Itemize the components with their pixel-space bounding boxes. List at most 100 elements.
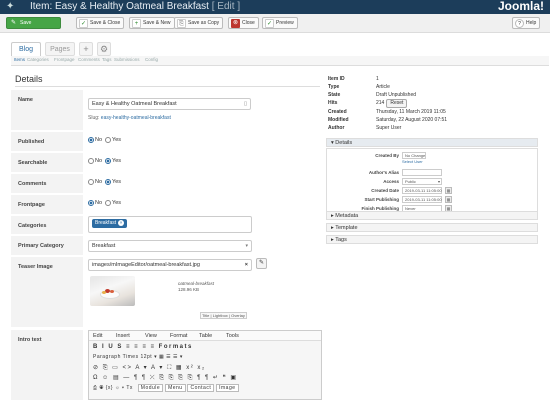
question-icon: ? bbox=[515, 18, 524, 28]
calendar-icon[interactable]: ▦ bbox=[445, 187, 452, 194]
remove-chip-icon[interactable]: × bbox=[118, 220, 125, 226]
meta-key: Created bbox=[328, 109, 347, 115]
subnav-submissions[interactable]: Submissions bbox=[114, 57, 140, 62]
frontpage-yes-radio[interactable] bbox=[105, 200, 112, 206]
subnav-tags[interactable]: Tags bbox=[102, 57, 112, 62]
created-date-row: Created Date 2019-03-11 11:05:00 ▦ bbox=[327, 187, 537, 195]
calendar-icon[interactable]: ▦ bbox=[445, 196, 452, 203]
title-option-button[interactable]: Title bbox=[202, 313, 209, 318]
created-date-input[interactable]: 2019-03-11 11:05:00 bbox=[402, 187, 442, 194]
select-user-link[interactable]: Select User bbox=[402, 159, 423, 164]
slug-text: Slug: easy-healthy-oatmeal-breakfast bbox=[88, 115, 171, 121]
help-button[interactable]: ? Help bbox=[512, 17, 541, 29]
comments-radios: No Yes bbox=[88, 179, 124, 185]
teaser-image-row: Teaser Image images/mImageEditor/oatmeal… bbox=[11, 257, 322, 327]
plugin-module-button[interactable]: Module bbox=[137, 384, 164, 392]
created-by-row: Created By No Change Select User bbox=[327, 152, 537, 166]
plugin-contact-button[interactable]: Contact bbox=[187, 384, 215, 392]
accordion-template[interactable]: ▸ Template bbox=[326, 223, 538, 232]
settings-gear-icon[interactable]: ⚙ bbox=[97, 42, 111, 56]
accordion-metadata[interactable]: ▸ Metadata bbox=[326, 211, 538, 220]
primary-category-select[interactable]: Breakfast ▾ bbox=[88, 240, 252, 252]
plus-icon: + bbox=[132, 18, 141, 28]
searchable-radios: No Yes bbox=[88, 158, 124, 164]
check-icon: ✓ bbox=[265, 18, 274, 28]
plugin-image-button[interactable]: Image bbox=[216, 384, 239, 392]
subnav-comments[interactable]: Comments bbox=[78, 57, 100, 62]
editor-toolbar-row-5: ⎙ ◉ {x} ☼ ▾ Tx Module Menu Contact Image bbox=[93, 384, 239, 392]
authors-alias-input[interactable] bbox=[402, 169, 442, 176]
access-select[interactable]: Public ▾ bbox=[402, 178, 442, 185]
frontpage-radios: No Yes bbox=[88, 200, 124, 206]
save-new-button[interactable]: + Save & New bbox=[129, 17, 175, 29]
searchable-label: Searchable bbox=[11, 153, 83, 172]
joomla-menu-icon[interactable]: ✦ bbox=[6, 1, 20, 13]
close-button[interactable]: ⊗ Close bbox=[228, 17, 259, 29]
details-form: Details Name Easy & Healthy Oatmeal Brea… bbox=[11, 72, 322, 400]
reset-hits-button[interactable]: Reset bbox=[386, 99, 408, 108]
searchable-yes-radio[interactable] bbox=[105, 158, 112, 164]
lightbox-option-button[interactable]: Lightbox bbox=[213, 313, 228, 318]
published-no-radio[interactable] bbox=[88, 137, 94, 143]
editor-toolbar-row-1[interactable]: B I U S ≡ ≡ ≡ ≡ Formats bbox=[93, 344, 193, 350]
meta-value: Draft Unpublished bbox=[376, 92, 417, 98]
divider bbox=[15, 86, 320, 87]
add-tab-plus-icon[interactable]: + bbox=[79, 42, 93, 56]
published-label: Published bbox=[11, 132, 83, 151]
editor-menu-edit[interactable]: Edit bbox=[93, 333, 102, 339]
editor-menu-tools[interactable]: Tools bbox=[226, 333, 239, 339]
admin-header: ✦ Item: Easy & Healthy Oatmeal Breakfast… bbox=[0, 0, 550, 14]
accordion-tags[interactable]: ▸ Tags bbox=[326, 235, 538, 244]
check-icon: ✓ bbox=[79, 18, 88, 28]
caret-down-icon: ▾ bbox=[331, 140, 334, 146]
categories-input[interactable]: Breakfast × bbox=[88, 216, 252, 233]
plugin-menu-button[interactable]: Menu bbox=[165, 384, 186, 392]
frontpage-no-radio[interactable] bbox=[88, 200, 94, 206]
tab-pages[interactable]: Pages bbox=[45, 42, 75, 56]
access-label: Access bbox=[383, 179, 399, 184]
teaser-file-info: oatmeal-breakfast 128.96 KB bbox=[178, 281, 215, 292]
published-row: Published No Yes bbox=[11, 132, 322, 151]
subnav-config[interactable]: Config bbox=[145, 57, 158, 62]
comments-label: Comments bbox=[11, 174, 83, 193]
overlay-option-button[interactable]: Overlay bbox=[231, 313, 245, 318]
teaser-path-input[interactable]: images/mImageEditor/oatmeal-breakfast.jp… bbox=[88, 259, 252, 271]
clear-icon[interactable]: × bbox=[245, 260, 248, 270]
hits-value: 214 Reset bbox=[376, 99, 408, 108]
editor-menu-format[interactable]: Format bbox=[170, 333, 187, 339]
comments-no-radio[interactable] bbox=[88, 179, 94, 185]
start-publishing-input[interactable]: 2019-03-11 11:05:00 bbox=[402, 196, 442, 203]
name-input[interactable]: Easy & Healthy Oatmeal Breakfast ▯ bbox=[88, 98, 251, 110]
editor-menu-table[interactable]: Table bbox=[199, 333, 212, 339]
save-copy-button[interactable]: ⎘ Save as Copy bbox=[174, 17, 224, 29]
save-button[interactable]: ✎ Save bbox=[6, 17, 61, 29]
edit-image-icon[interactable]: ✎ bbox=[256, 258, 267, 269]
searchable-no-radio[interactable] bbox=[88, 158, 94, 164]
subnav-frontpage[interactable]: Frontpage bbox=[54, 57, 75, 62]
preview-button[interactable]: ✓ Preview bbox=[262, 17, 298, 29]
toolbar: ✎ Save ✓ Save & Close + Save & New ⎘ Save as… bbox=[0, 14, 550, 33]
meta-value: Thursday, 11 March 2019 11:05 bbox=[376, 109, 446, 115]
save-close-button[interactable]: ✓ Save & Close bbox=[76, 17, 125, 29]
editor-toolbar-row-3[interactable]: ⊘ ⎘ ▭ <> A ▾ A ▾ ⛶ ▦ x² x₂ bbox=[93, 364, 206, 372]
accordion-details[interactable]: ▾ Details bbox=[326, 138, 538, 147]
categories-row: Categories Breakfast × bbox=[11, 216, 322, 234]
comments-row: Comments No Yes bbox=[11, 174, 322, 193]
comments-yes-radio[interactable] bbox=[105, 179, 112, 185]
published-yes-radio[interactable] bbox=[105, 137, 112, 143]
editor-toolbar-row-2[interactable]: Paragraph Times 12pt ▾ ▦ ☰ ☰ ▾ bbox=[93, 354, 183, 360]
editor-misc-tools[interactable]: ⎙ ◉ {x} ☼ ▾ Tx bbox=[93, 385, 133, 391]
access-row: Access Public ▾ bbox=[327, 178, 537, 186]
tab-blog[interactable]: Blog bbox=[11, 42, 41, 56]
editor-menu-view[interactable]: View bbox=[145, 333, 157, 339]
primary-category-label: Primary Category bbox=[11, 236, 83, 255]
meta-key: Item ID bbox=[328, 76, 345, 82]
clipboard-icon[interactable]: ▯ bbox=[244, 99, 247, 109]
caret-right-icon: ▸ bbox=[331, 237, 334, 243]
subnav-items[interactable]: Items bbox=[14, 57, 25, 62]
editor-toolbar-row-4[interactable]: Ω ☺ ▤ — ¶ ¶ ⤫ ⎘ ⎘ ⎘ ⎘ ¶ ¶ ↵ ❝ ▣ bbox=[93, 374, 238, 382]
subnav-categories[interactable]: Categories bbox=[27, 57, 49, 62]
editor-menu-insert[interactable]: Insert bbox=[116, 333, 130, 339]
intro-text-editor[interactable]: Edit Insert View Format Table Tools B I … bbox=[88, 330, 322, 400]
created-by-value: No Change bbox=[402, 152, 426, 159]
